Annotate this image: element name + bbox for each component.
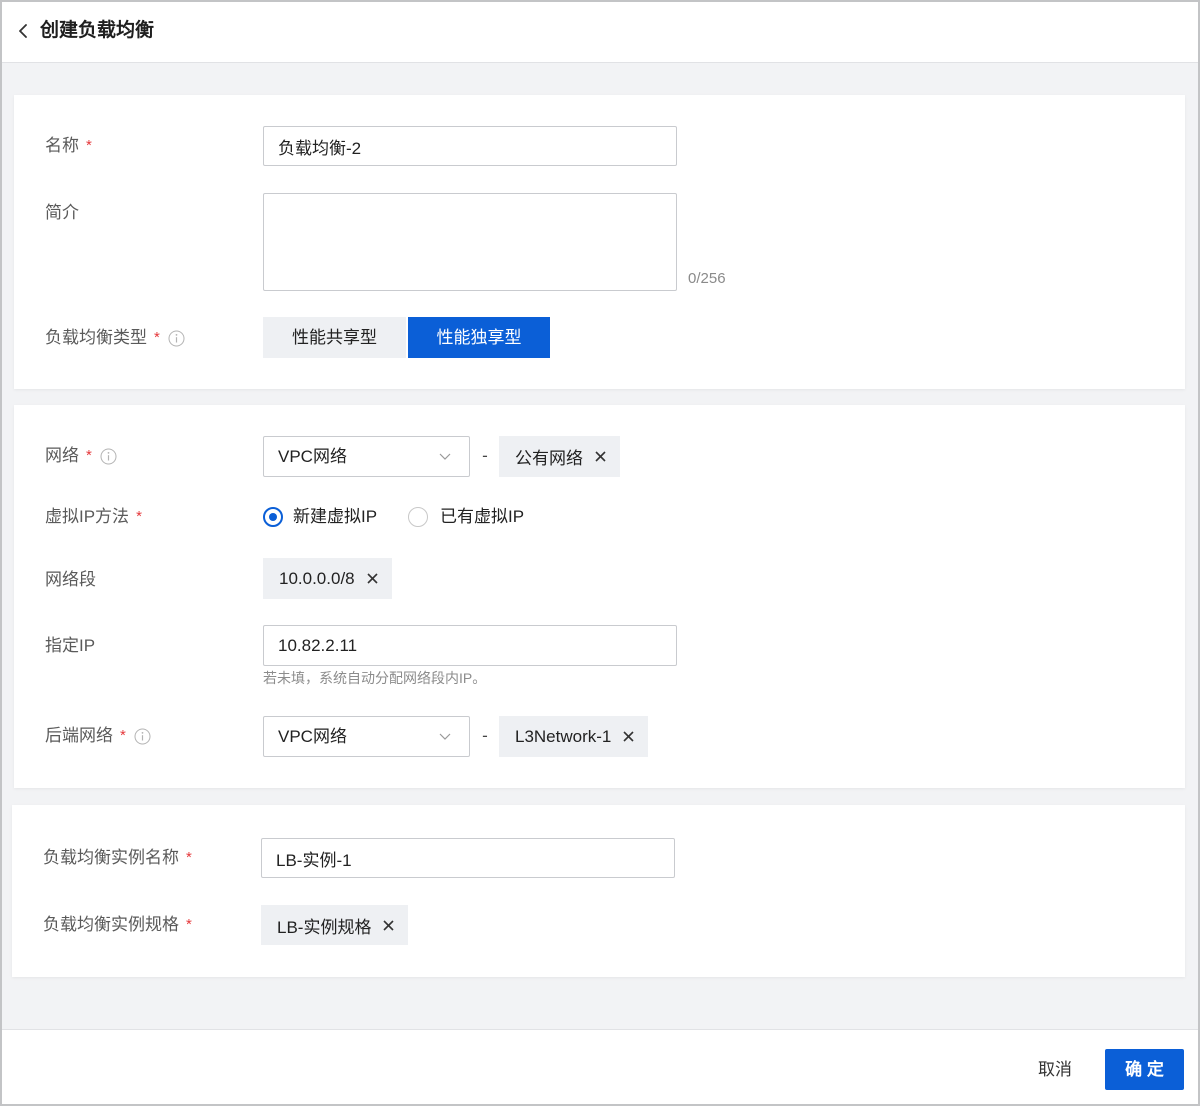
info-icon[interactable] bbox=[100, 448, 117, 465]
cancel-button[interactable]: 取消 bbox=[1038, 1058, 1072, 1082]
required-mark: * bbox=[136, 508, 142, 525]
network-type-select[interactable]: VPC网络 bbox=[263, 436, 470, 477]
network-tag[interactable]: 公有网络 bbox=[499, 436, 620, 477]
specified-ip-label-text: 指定IP bbox=[45, 636, 96, 655]
chevron-down-icon bbox=[439, 733, 451, 740]
info-icon[interactable] bbox=[168, 330, 185, 347]
network-tag-text: 公有网络 bbox=[515, 449, 583, 468]
required-mark: * bbox=[86, 137, 92, 154]
required-mark: * bbox=[86, 447, 92, 464]
page-header: 创建负载均衡 bbox=[0, 0, 1200, 63]
lb-type-option-shared[interactable]: 性能共享型 bbox=[263, 317, 406, 358]
network-label-text: 网络 bbox=[45, 446, 79, 465]
instance-spec-tag[interactable]: LB-实例规格 bbox=[261, 905, 409, 945]
segment-tag-text: 10.0.0.0/8 bbox=[279, 568, 355, 588]
instance-spec-label-text: 负载均衡实例规格 bbox=[43, 915, 179, 934]
create-load-balancer-page: 创建负载均衡 名称 * 简介 0/256 负载均衡类型 * 性能共享型 性能独享… bbox=[0, 0, 1200, 1106]
backend-network-tag-text: L3Network-1 bbox=[515, 726, 612, 746]
page-title: 创建负载均衡 bbox=[40, 20, 155, 41]
radio-existing-vip[interactable] bbox=[408, 507, 428, 527]
lb-type-option-dedicated[interactable]: 性能独享型 bbox=[408, 317, 550, 358]
network-label: 网络 * bbox=[45, 444, 117, 468]
description-char-counter: 0/256 bbox=[688, 270, 726, 287]
segment-label: 网络段 bbox=[45, 568, 96, 592]
close-icon[interactable] bbox=[595, 451, 606, 462]
backend-network-label-text: 后端网络 bbox=[45, 726, 113, 745]
chevron-left-icon[interactable] bbox=[18, 24, 28, 38]
segment-tag[interactable]: 10.0.0.0/8 bbox=[263, 558, 392, 599]
required-mark: * bbox=[186, 916, 192, 933]
instance-name-input[interactable] bbox=[261, 838, 675, 878]
specified-ip-hint: 若未填，系统自动分配网络段内IP。 bbox=[263, 670, 487, 686]
instance-spec-label: 负载均衡实例规格 * bbox=[43, 913, 192, 937]
instance-name-label-text: 负载均衡实例名称 bbox=[43, 848, 179, 867]
close-icon[interactable] bbox=[367, 573, 378, 584]
close-icon[interactable] bbox=[383, 919, 395, 931]
specified-ip-input[interactable] bbox=[263, 625, 677, 666]
vip-method-label: 虚拟IP方法 * bbox=[45, 505, 142, 529]
radio-new-vip[interactable] bbox=[263, 507, 283, 527]
name-label-text: 名称 bbox=[45, 136, 79, 155]
backend-network-tag[interactable]: L3Network-1 bbox=[499, 716, 649, 757]
lb-type-label-text: 负载均衡类型 bbox=[45, 328, 147, 347]
required-mark: * bbox=[186, 849, 192, 866]
required-mark: * bbox=[154, 329, 160, 346]
separator: - bbox=[482, 446, 488, 465]
basic-info-card: 名称 * 简介 0/256 负载均衡类型 * 性能共享型 性能独享型 bbox=[14, 95, 1185, 389]
radio-existing-vip-label[interactable]: 已有虚拟IP bbox=[440, 505, 524, 529]
network-card: 网络 * VPC网络 - 公有网络 虚拟IP方法 * 新建虚拟IP 已有虚拟IP… bbox=[14, 405, 1185, 788]
separator: - bbox=[482, 726, 488, 745]
page-footer: 取消 确 定 bbox=[0, 1029, 1200, 1106]
network-type-value: VPC网络 bbox=[278, 447, 347, 466]
name-input[interactable] bbox=[263, 126, 677, 166]
instance-card: 负载均衡实例名称 * 负载均衡实例规格 * LB-实例规格 bbox=[12, 805, 1185, 977]
specified-ip-label: 指定IP bbox=[45, 634, 95, 658]
description-label-text: 简介 bbox=[45, 203, 79, 222]
lb-type-label: 负载均衡类型 * bbox=[45, 326, 185, 350]
backend-network-type-select[interactable]: VPC网络 bbox=[263, 716, 470, 757]
radio-new-vip-label[interactable]: 新建虚拟IP bbox=[293, 505, 377, 529]
chevron-down-icon bbox=[439, 453, 451, 460]
close-icon[interactable] bbox=[623, 731, 634, 742]
description-label: 简介 bbox=[45, 201, 79, 225]
name-label: 名称 * bbox=[45, 134, 92, 158]
description-textarea[interactable] bbox=[263, 193, 677, 291]
vip-method-label-text: 虚拟IP方法 bbox=[45, 507, 130, 526]
required-mark: * bbox=[120, 727, 126, 744]
info-icon[interactable] bbox=[134, 728, 151, 745]
segment-label-text: 网络段 bbox=[45, 570, 96, 589]
confirm-button[interactable]: 确 定 bbox=[1105, 1049, 1184, 1090]
instance-spec-tag-text: LB-实例规格 bbox=[277, 917, 372, 937]
instance-name-label: 负载均衡实例名称 * bbox=[43, 846, 192, 870]
backend-network-type-value: VPC网络 bbox=[278, 727, 347, 746]
backend-network-label: 后端网络 * bbox=[45, 724, 151, 748]
